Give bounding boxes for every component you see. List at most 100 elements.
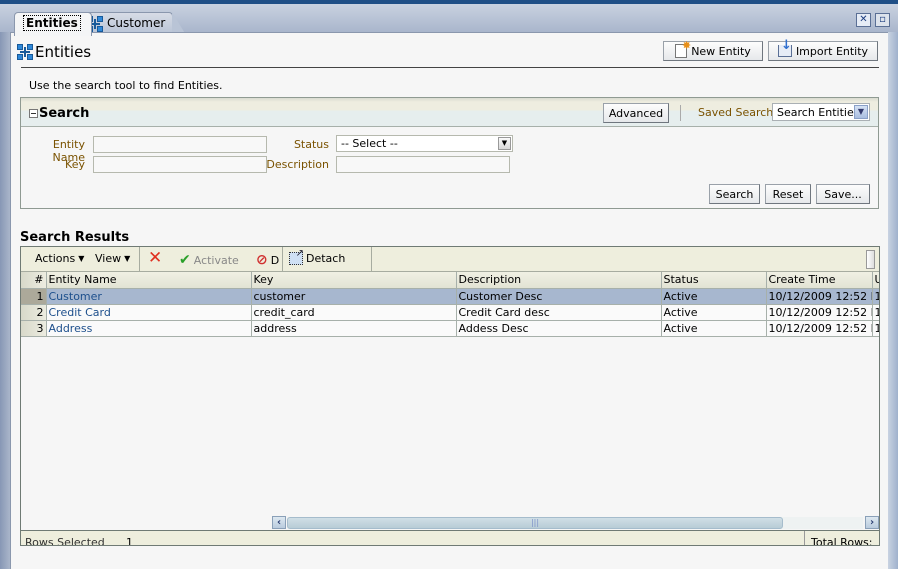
deactivate-button[interactable]: ⊘ D — [256, 252, 279, 268]
key-label: Key — [65, 158, 85, 171]
search-button[interactable]: Search — [709, 184, 760, 204]
view-label: View — [95, 252, 122, 265]
results-grid: # Entity Name Key Description Status Cre… — [21, 272, 879, 337]
scroll-thumb[interactable]: ||| — [287, 517, 783, 529]
toolbar-separator — [371, 247, 372, 271]
detach-icon — [289, 248, 304, 265]
key-input[interactable] — [93, 156, 267, 173]
toolbar-overflow-handle[interactable] — [866, 250, 875, 269]
rows-selected-label: Rows Selected — [25, 536, 105, 546]
scroll-track[interactable]: ||| — [287, 517, 863, 529]
description-cell: Credit Card desc — [456, 304, 662, 321]
activate-button[interactable]: ✔ Activate — [179, 252, 239, 268]
left-edge — [0, 32, 10, 569]
create-time-cell: 10/12/2009 12:52 PM — [766, 304, 873, 321]
u-cell: 1 — [872, 304, 879, 321]
saved-search-label: Saved Search — [698, 106, 774, 119]
u-cell: 1 — [872, 288, 879, 305]
entity-icon — [17, 44, 33, 60]
new-document-icon — [675, 39, 691, 58]
header-separator — [680, 105, 681, 121]
detach-label: Detach — [306, 252, 346, 265]
table-row[interactable]: 1 Customer customer Customer Desc Active… — [21, 288, 879, 305]
toolbar-separator — [139, 247, 140, 271]
status-cell: Active — [661, 304, 767, 321]
u-cell: 1 — [872, 320, 879, 337]
reset-button[interactable]: Reset — [765, 184, 811, 204]
results-toolbar: Actions ▼ View ▼ ✕ ✔ Activate ⊘ D Detach — [21, 247, 879, 272]
search-title-text: Search — [39, 106, 90, 121]
create-time-cell: 10/12/2009 12:52 PM — [766, 288, 873, 305]
column-header-description[interactable]: Description — [456, 272, 662, 289]
key-cell: address — [251, 320, 457, 337]
column-header-entity-name[interactable]: Entity Name — [46, 272, 252, 289]
right-edge — [888, 32, 898, 569]
table-row[interactable]: 2 Credit Card credit_card Credit Card de… — [21, 304, 879, 321]
status-cell: Active — [661, 320, 767, 337]
detach-button[interactable]: Detach — [289, 248, 346, 265]
column-header-status[interactable]: Status — [661, 272, 767, 289]
close-tab-icon[interactable]: ▫ — [875, 13, 890, 27]
search-hint: Use the search tool to find Entities. — [29, 79, 223, 92]
column-header-u[interactable]: U — [872, 272, 879, 289]
scroll-right-icon[interactable]: › — [865, 516, 879, 529]
header-row: # Entity Name Key Description Status Cre… — [21, 272, 879, 289]
description-cell: Customer Desc — [456, 288, 662, 305]
entities-panel: Entities New Entity Import Entity Use th… — [10, 32, 888, 569]
status-select-value: -- Select -- — [341, 137, 398, 150]
toolbar-separator — [282, 247, 283, 271]
results-footer: Rows Selected 1 Total Rows: 3 — [21, 530, 879, 546]
deactivate-label: D — [270, 253, 280, 267]
description-input[interactable] — [336, 156, 510, 173]
entity-name-link[interactable]: Address — [46, 320, 252, 337]
create-time-cell: 10/12/2009 12:52 PM — [766, 320, 873, 337]
actions-menu[interactable]: Actions ▼ — [35, 252, 84, 265]
horizontal-scrollbar[interactable]: ‹ ||| › — [251, 515, 879, 530]
view-menu[interactable]: View ▼ — [95, 252, 130, 265]
chevron-down-icon[interactable]: ▼ — [854, 105, 868, 119]
search-results-title: Search Results — [20, 230, 130, 245]
caret-down-icon: ▼ — [78, 254, 85, 263]
entity-name-link[interactable]: Customer — [46, 288, 252, 305]
prohibited-icon: ⊘ — [256, 252, 268, 268]
column-header-number: # — [21, 272, 47, 289]
key-cell: customer — [251, 288, 457, 305]
import-entity-button[interactable]: Import Entity — [768, 38, 878, 61]
tab-entities[interactable]: Entities — [14, 12, 92, 36]
dropdown-arrow-icon[interactable]: ▼ — [498, 137, 511, 150]
search-title[interactable]: Search — [29, 106, 89, 121]
new-entity-button[interactable]: New Entity — [663, 39, 763, 61]
activate-label: Activate — [193, 253, 239, 267]
status-select[interactable]: -- Select -- ▼ — [336, 135, 513, 152]
description-cell: Addess Desc — [456, 320, 662, 337]
entity-name-link[interactable]: Credit Card — [46, 304, 252, 321]
new-entity-label: New Entity — [691, 44, 751, 58]
status-cell: Active — [661, 288, 767, 305]
entity-name-input[interactable] — [93, 136, 267, 153]
import-icon — [777, 38, 792, 57]
row-number: 2 — [21, 304, 47, 321]
tab-customer[interactable]: Customer — [78, 12, 186, 35]
page-title: Entities — [17, 43, 91, 61]
column-header-key[interactable]: Key — [251, 272, 457, 289]
saved-search-value: Search Entities — [777, 106, 860, 119]
total-rows: Total Rows: 3 — [804, 531, 879, 545]
key-cell: credit_card — [251, 304, 457, 321]
status-label: Status — [293, 138, 329, 151]
search-results-table: Actions ▼ View ▼ ✕ ✔ Activate ⊘ D Detach — [20, 246, 880, 546]
table-row[interactable]: 3 Address address Addess Desc Active 10/… — [21, 320, 879, 337]
tab-customer-label: Customer — [107, 16, 166, 30]
row-number: 1 — [21, 288, 47, 305]
collapse-icon[interactable] — [29, 109, 38, 118]
advanced-button[interactable]: Advanced — [603, 103, 669, 123]
delete-icon[interactable]: ✕ — [148, 248, 162, 268]
actions-label: Actions — [35, 252, 76, 265]
check-icon: ✔ — [179, 252, 191, 268]
saved-search-select[interactable]: Search Entities ▼ — [772, 103, 870, 121]
close-all-icon[interactable]: ✕ — [856, 13, 871, 27]
caret-down-icon: ▼ — [124, 254, 131, 263]
search-header: Search Advanced Saved Search Search Enti… — [21, 98, 878, 127]
save-search-button[interactable]: Save... — [816, 184, 870, 204]
scroll-left-icon[interactable]: ‹ — [272, 516, 286, 529]
column-header-create-time[interactable]: Create Time — [766, 272, 873, 289]
